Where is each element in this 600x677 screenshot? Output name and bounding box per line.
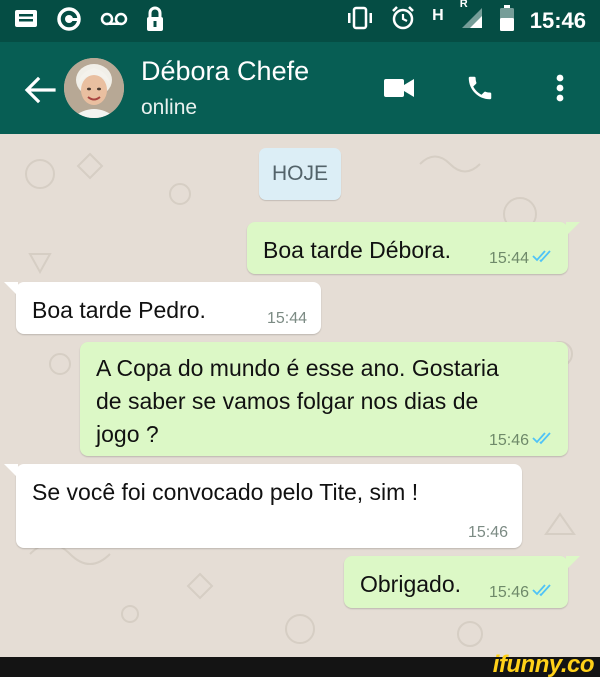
read-receipt-icon	[532, 431, 554, 450]
message-time: 15:46	[488, 431, 529, 449]
bottom-strip: ifunny.co	[0, 651, 600, 677]
message-time: 15:46	[488, 583, 529, 601]
status-bar: H R 15:46	[0, 0, 600, 42]
message-meta: 15:44	[267, 310, 307, 328]
bubble-tail	[566, 556, 580, 570]
message-bubble-incoming[interactable]: Se você foi convocado pelo Tite, sim ! 1…	[4, 464, 522, 548]
bubble-tail	[4, 464, 18, 478]
status-bar-right: H R 15:46	[346, 0, 586, 42]
message-bubble-incoming[interactable]: Boa tarde Pedro. 15:44	[4, 282, 321, 334]
bubble-tail	[566, 222, 580, 236]
message-meta: 15:46	[468, 524, 508, 542]
message-bubble-outgoing[interactable]: A Copa do mundo é esse ano. Gostaria de …	[80, 342, 568, 456]
contact-name[interactable]: Débora Chefe	[141, 56, 309, 87]
watermark: ifunny.co	[492, 651, 595, 677]
more-menu-icon[interactable]	[540, 68, 580, 108]
date-chip: HOJE	[259, 148, 341, 200]
vibrate-icon	[346, 6, 374, 36]
message-icon	[14, 8, 38, 35]
status-time: 15:46	[529, 8, 586, 33]
read-receipt-icon	[532, 249, 554, 268]
back-arrow-icon[interactable]	[22, 72, 58, 108]
voicemail-icon	[100, 11, 128, 32]
message-text: A Copa do mundo é esse ano. Gostaria de …	[96, 355, 499, 447]
signal-app-icon	[56, 6, 82, 37]
message-text: Se você foi convocado pelo Tite, sim !	[32, 479, 419, 505]
bubble-tail	[4, 282, 18, 296]
message-time: 15:44	[488, 249, 529, 267]
chat-header: Débora Chefe online	[0, 42, 600, 134]
roaming-label: R	[459, 0, 468, 10]
message-time: 15:44	[266, 310, 307, 327]
message-bubble-outgoing[interactable]: Boa tarde Débora. 15:44	[247, 222, 580, 274]
message-meta: 15:44	[489, 249, 554, 268]
battery-icon	[499, 5, 514, 37]
message-bubble-outgoing[interactable]: Obrigado. 15:46	[344, 556, 580, 608]
contact-status: online	[141, 96, 198, 119]
read-receipt-icon	[532, 583, 554, 602]
network-type-label: H	[432, 7, 444, 24]
alarm-icon	[390, 5, 416, 37]
status-bar-left	[14, 0, 164, 42]
avatar[interactable]	[64, 58, 124, 118]
chat-area[interactable]: HOJE Boa tarde Débora. 15:44 Boa tarde P…	[0, 134, 600, 657]
message-text: Boa tarde Débora.	[263, 237, 451, 263]
phone-call-icon[interactable]	[460, 68, 500, 108]
message-text: Obrigado.	[360, 571, 462, 597]
message-meta: 15:46	[489, 583, 554, 602]
video-call-icon[interactable]	[380, 68, 420, 108]
cell-signal-icon: R	[460, 0, 484, 36]
message-text: Boa tarde Pedro.	[32, 297, 206, 323]
message-time: 15:46	[467, 524, 508, 541]
lock-icon	[146, 6, 164, 37]
message-meta: 15:46	[489, 431, 554, 450]
